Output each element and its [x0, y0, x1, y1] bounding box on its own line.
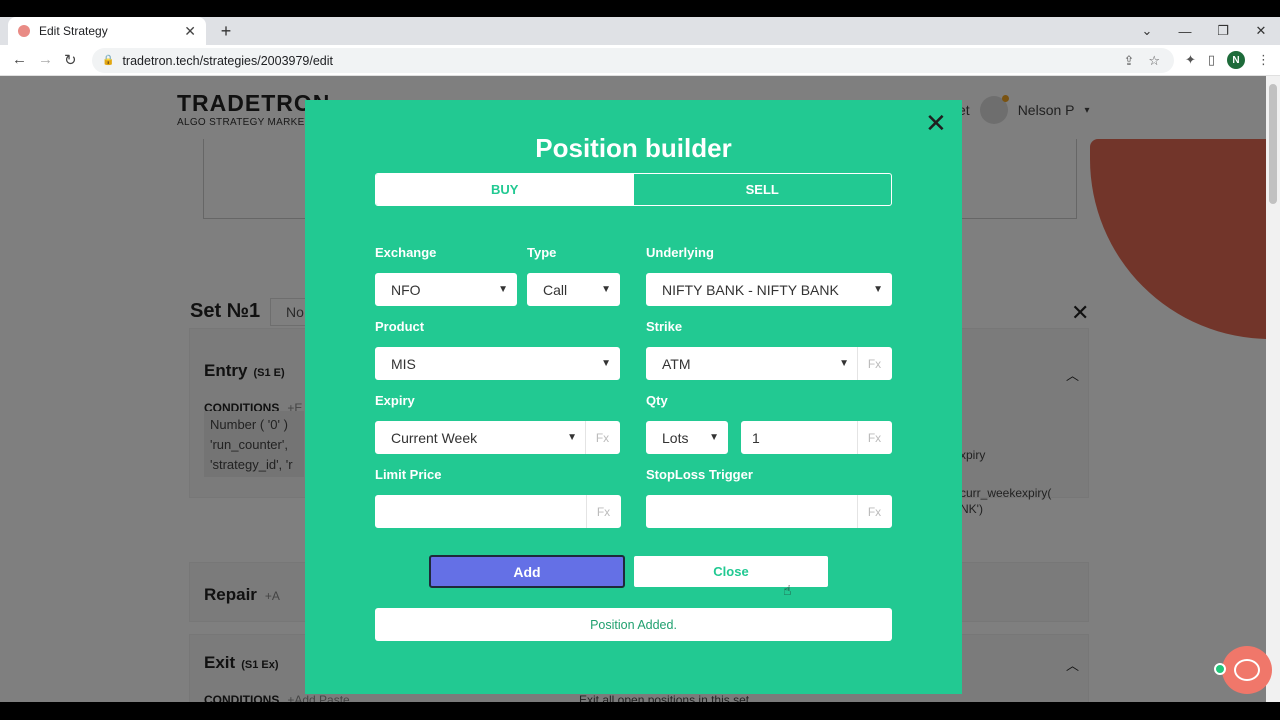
exchange-label: Exchange [375, 245, 437, 260]
chevron-down-icon: ▼ [839, 358, 849, 369]
underlying-select[interactable]: NIFTY BANK - NIFTY BANK ▼ [646, 273, 892, 306]
product-label: Product [375, 319, 425, 334]
mouse-cursor-icon: ☝ [783, 582, 792, 598]
stoploss-label: StopLoss Trigger [646, 467, 753, 482]
stoploss-fx-button[interactable]: Fx [857, 495, 891, 528]
address-bar: ← → ↻ 🔒 tradetron.tech/strategies/200397… [0, 45, 1280, 76]
close-window-icon[interactable]: ✕ [1242, 23, 1280, 39]
profile-avatar[interactable]: N [1227, 51, 1245, 69]
buy-tab[interactable]: BUY [376, 174, 634, 205]
expiry-label: Expiry [375, 393, 415, 408]
chevron-down-icon: ▼ [601, 284, 611, 295]
strike-label: Strike [646, 319, 683, 334]
menu-kebab-icon[interactable]: ⋮ [1257, 52, 1270, 68]
chat-button[interactable] [1214, 646, 1272, 694]
chevron-down-icon: ▼ [567, 432, 577, 443]
online-indicator-icon [1214, 663, 1226, 675]
strike-fx-button[interactable]: Fx [857, 347, 891, 380]
tab-title: Edit Strategy [39, 24, 108, 38]
reload-icon[interactable]: ↻ [64, 51, 77, 69]
chevron-down-icon: ▼ [498, 284, 508, 295]
chevron-down-icon: ▼ [601, 358, 611, 369]
limit-fx-button[interactable]: Fx [586, 495, 620, 528]
modal-title: Position builder [535, 133, 732, 163]
lock-icon[interactable]: 🔒 [102, 55, 114, 66]
forward-icon[interactable]: → [38, 51, 53, 68]
buy-sell-toggle: BUY SELL [375, 173, 892, 206]
restore-icon[interactable]: ❐ [1204, 23, 1242, 39]
page-scrollbar[interactable] [1266, 76, 1280, 702]
chevron-down-icon: ▼ [709, 432, 719, 443]
qty-unit-select[interactable]: Lots ▼ [646, 421, 728, 454]
url-text: tradetron.tech/strategies/2003979/edit [122, 53, 334, 68]
position-builder-modal: ✕ Position builder BUY SELL Exchange NFO… [305, 100, 962, 694]
close-button[interactable]: Close [633, 555, 829, 588]
browser-tab[interactable]: Edit Strategy ✕ [8, 17, 206, 45]
status-message: Position Added. [375, 608, 892, 641]
expiry-fx-button[interactable]: Fx [585, 421, 619, 454]
favicon-icon [18, 25, 30, 37]
limit-price-input[interactable]: Fx [375, 495, 621, 528]
sidepanel-icon[interactable]: ▯ [1208, 52, 1215, 68]
minimize-icon[interactable]: — [1166, 24, 1204, 39]
stoploss-input[interactable]: Fx [646, 495, 892, 528]
chevron-down-icon[interactable]: ⌄ [1128, 23, 1166, 39]
chat-bubble-icon [1234, 659, 1260, 681]
exchange-select[interactable]: NFO ▼ [375, 273, 517, 306]
expiry-select[interactable]: Current Week ▼ Fx [375, 421, 620, 454]
browser-tabbar: Edit Strategy ✕ + ⌄ — ❐ ✕ [0, 17, 1280, 45]
new-tab-button[interactable]: + [216, 20, 236, 42]
underlying-label: Underlying [646, 245, 714, 260]
share-icon[interactable]: ⇪ [1123, 53, 1134, 69]
window-controls: ⌄ — ❐ ✕ [1128, 17, 1280, 45]
strike-select[interactable]: ATM ▼ Fx [646, 347, 892, 380]
qty-fx-button[interactable]: Fx [857, 421, 891, 454]
product-select[interactable]: MIS ▼ [375, 347, 620, 380]
chevron-down-icon: ▼ [873, 284, 883, 295]
sell-tab[interactable]: SELL [634, 174, 892, 205]
type-label: Type [527, 245, 557, 260]
extensions-icon[interactable]: ✦ [1185, 52, 1196, 68]
url-field[interactable]: 🔒 tradetron.tech/strategies/2003979/edit… [92, 48, 1174, 73]
limit-price-label: Limit Price [375, 467, 442, 482]
qty-label: Qty [646, 393, 668, 408]
type-select[interactable]: Call ▼ [527, 273, 620, 306]
close-icon[interactable]: ✕ [184, 23, 196, 40]
qty-input[interactable]: 1 Fx [741, 421, 892, 454]
star-icon[interactable]: ☆ [1148, 53, 1160, 69]
add-button[interactable]: Add [429, 555, 625, 588]
back-icon[interactable]: ← [12, 51, 27, 68]
